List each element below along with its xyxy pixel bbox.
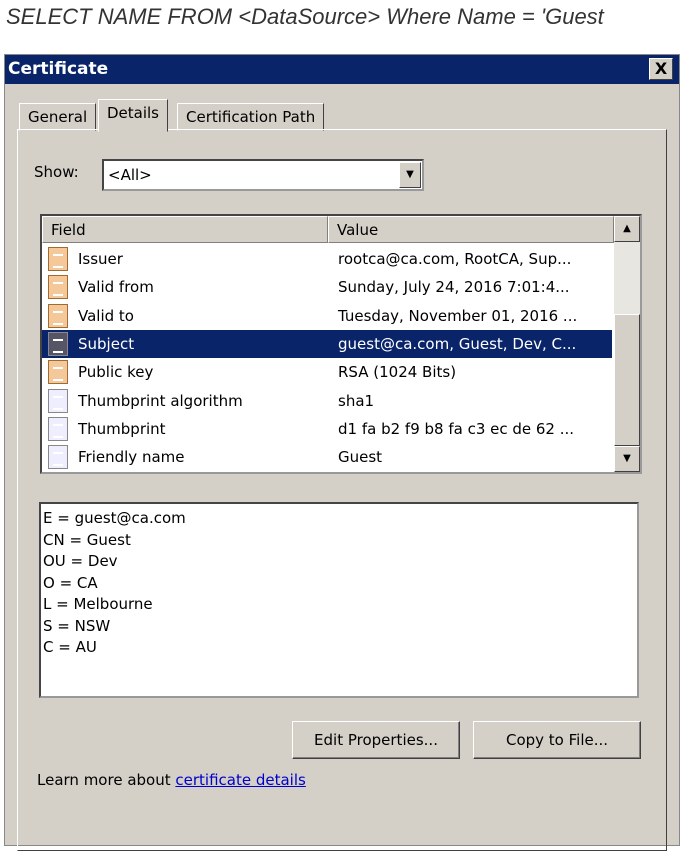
- field-value: Sunday, July 24, 2016 7:01:4...: [338, 278, 570, 297]
- field-name: Friendly name: [78, 448, 185, 467]
- scroll-down-icon[interactable]: ▼: [614, 446, 640, 472]
- field-value: Tuesday, November 01, 2016 ...: [338, 306, 578, 325]
- scrollbar[interactable]: ▲ ▼: [614, 216, 640, 472]
- chevron-down-icon[interactable]: ▼: [399, 162, 421, 188]
- list-item[interactable]: Friendly name Guest: [42, 443, 612, 471]
- column-header-field[interactable]: Field: [42, 216, 328, 243]
- column-header-value[interactable]: Value: [328, 216, 614, 243]
- field-name: Valid from: [78, 278, 154, 297]
- tab-general[interactable]: General: [19, 103, 97, 131]
- dialog-title: Certificate: [8, 59, 109, 79]
- list-item[interactable]: Public key RSA (1024 Bits): [42, 358, 612, 386]
- field-value: rootca@ca.com, RootCA, Sup...: [338, 250, 572, 268]
- fields-list[interactable]: Field Value Issuer rootca@ca.com, RootCA,…: [40, 214, 642, 474]
- field-value: guest@ca.com, Guest, Dev, C...: [338, 334, 577, 353]
- edit-properties-button[interactable]: Edit Properties...: [292, 721, 460, 759]
- details-panel: Show: <All> ▼ Field Value Issuer rootca@c…: [17, 129, 667, 851]
- field-name: Valid to: [78, 306, 134, 325]
- copy-to-file-button[interactable]: Copy to File...: [473, 721, 641, 759]
- cert-field-icon: [48, 275, 68, 300]
- property-icon: [48, 388, 68, 413]
- field-value: RSA (1024 Bits): [338, 363, 457, 382]
- detail-line: CN = Guest: [43, 530, 131, 549]
- field-value: d1 fa b2 f9 b8 fa c3 ec de 62 ...: [338, 419, 575, 438]
- scroll-up-icon[interactable]: ▲: [614, 216, 640, 242]
- field-details-box[interactable]: E = guest@ca.com CN = Guest OU = Dev O = CA…: [39, 502, 639, 698]
- field-value: Guest: [338, 448, 383, 467]
- title-bar: Certificate X: [5, 55, 679, 84]
- property-icon: [48, 416, 68, 441]
- detail-line: E = guest@ca.com: [43, 509, 186, 527]
- property-icon: [48, 445, 68, 470]
- detail-line: S = NSW: [43, 616, 111, 635]
- list-item[interactable]: Valid to Tuesday, November 01, 2016 ...: [42, 302, 612, 330]
- detail-line: OU = Dev: [43, 552, 118, 570]
- show-label: Show:: [34, 163, 79, 181]
- list-item[interactable]: Thumbprint d1 fa b2 f9 b8 fa c3 ec de 62 …: [42, 415, 612, 443]
- scroll-thumb[interactable]: [614, 314, 640, 446]
- detail-line: O = CA: [43, 573, 98, 592]
- field-name: Thumbprint: [78, 419, 166, 438]
- show-value: <All>: [108, 166, 152, 184]
- tab-details[interactable]: Details: [98, 99, 169, 132]
- close-button[interactable]: X: [649, 58, 673, 80]
- list-item[interactable]: Valid from Sunday, July 24, 2016 7:01:4..…: [42, 273, 612, 301]
- detail-line: C = AU: [43, 638, 97, 656]
- field-name: Subject: [78, 334, 135, 353]
- field-value: sha1: [338, 391, 375, 410]
- cert-field-icon: [48, 360, 68, 385]
- certificate-details-link[interactable]: certificate details: [175, 771, 305, 789]
- detail-line: L = Melbourne: [43, 595, 153, 613]
- cert-field-icon: [48, 331, 68, 356]
- sql-caption: SELECT NAME FROM <DataSource> Where Name…: [6, 4, 604, 29]
- show-select[interactable]: <All> ▼: [102, 159, 424, 191]
- list-item[interactable]: Thumbprint algorithm sha1: [42, 387, 612, 415]
- field-name: Public key: [78, 363, 154, 382]
- list-item[interactable]: Subject guest@ca.com, Guest, Dev, C...: [42, 329, 612, 358]
- field-name: Issuer: [78, 250, 123, 268]
- tab-certification-path[interactable]: Certification Path: [177, 103, 325, 131]
- certificate-dialog: Certificate X General Details Certificat…: [4, 54, 680, 851]
- cert-field-icon: [48, 303, 68, 328]
- list-item[interactable]: Issuer rootca@ca.com, RootCA, Sup...: [42, 245, 612, 273]
- learn-more-text: Learn more about: [37, 771, 176, 789]
- cert-field-icon: [48, 247, 68, 271]
- field-name: Thumbprint algorithm: [78, 391, 243, 410]
